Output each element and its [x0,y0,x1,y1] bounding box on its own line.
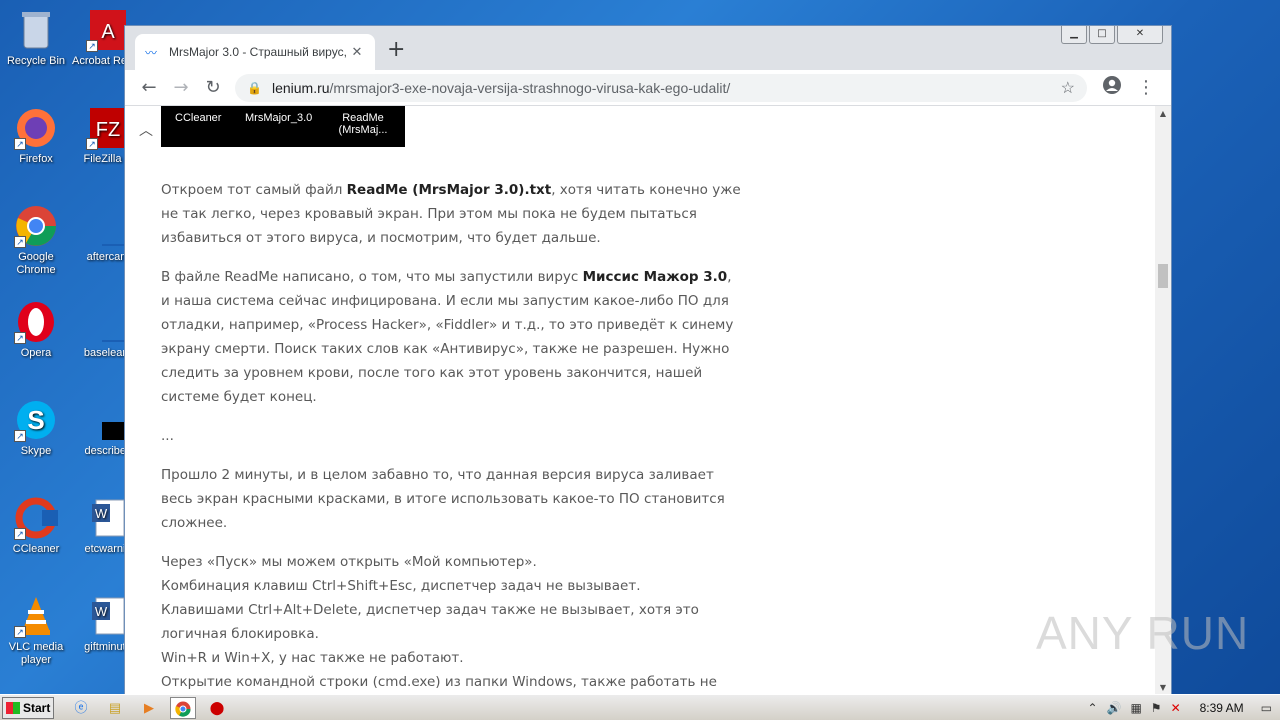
taskbar: Start ⓔ ▤ ▶ ⬤ ⌃ 🔊 ▦ ⚑ ✕ 8:39 AM ▭ [0,694,1280,720]
screenshot-image: CCleaner MrsMajor_3.0 ReadMe (MrsMaj... [161,106,405,147]
article-line: Клавишами Ctrl+Alt+Delete, диспетчер зад… [161,602,699,642]
svg-text:W: W [95,506,108,521]
browser-tab[interactable]: 〰 MrsMajor 3.0 - Страшный вирус, н ✕ [135,34,375,70]
article-body: Откроем тот самый файл ReadMe (MrsMajor … [161,178,741,694]
image-label: ReadMe (MrsMaj... [338,112,388,136]
vlc-icon: ↗ [14,594,58,638]
reload-icon[interactable]: ↻ [197,77,229,98]
page-content: ︿ CCleaner MrsMajor_3.0 ReadMe (MrsMaj..… [125,106,1157,694]
volume-icon[interactable]: 🔊 [1107,701,1122,715]
svg-text:W: W [95,604,108,619]
desktop-icon-opera[interactable]: ↗ Opera [0,300,72,360]
scroll-up-arrow-icon[interactable]: ▲ [1155,106,1171,122]
ccleaner-icon: ↗ [14,496,58,540]
window-controls: ▁ □ ✕ [1061,26,1163,44]
profile-avatar-icon[interactable] [1095,75,1129,100]
desktop-icon-skype[interactable]: S ↗ Skype [0,398,72,458]
show-hidden-icons-icon[interactable]: ⌃ [1087,701,1097,715]
stop-taskbar-icon[interactable]: ⬤ [204,697,230,719]
article-line: Открытие командной строки (cmd.exe) из п… [161,674,717,690]
desktop-icon-vlc[interactable]: ↗ VLC media player [0,594,72,667]
back-arrow-icon[interactable]: ← [133,77,165,98]
media-player-taskbar-icon[interactable]: ▶ [136,697,162,719]
scrollbar-thumb[interactable] [1158,264,1168,288]
article-lines: Через «Пуск» мы можем открыть «Мой компь… [161,550,741,694]
minimize-button[interactable]: ▁ [1061,26,1087,44]
tab-strip: 〰 MrsMajor 3.0 - Страшный вирус, н ✕ + ▁… [125,26,1171,70]
article-line: Через «Пуск» мы можем открыть «Мой компь… [161,554,537,570]
desktop-icon-chrome[interactable]: ↗ Google Chrome [0,204,72,277]
chevron-up-icon[interactable]: ︿ [139,120,153,140]
article-paragraph: Откроем тот самый файл ReadMe (MrsMajor … [161,182,741,246]
clock[interactable]: 8:39 AM [1200,701,1244,715]
bookmark-star-icon[interactable]: ☆ [1061,78,1075,98]
anyrun-watermark: ANY RUN [1036,607,1250,659]
browser-toolbar: ← → ↻ 🔒 lenium.ru/mrsmajor3-exe-novaja-v… [125,70,1171,106]
chrome-icon: ↗ [14,204,58,248]
image-label: CCleaner [175,112,222,124]
article-line: Комбинация клавиш Ctrl+Shift+Esc, диспет… [161,578,641,594]
show-desktop-icon[interactable]: ▭ [1261,701,1272,715]
network-icon[interactable]: ▦ [1130,701,1141,715]
skype-icon: S ↗ [14,398,58,442]
maximize-button[interactable]: □ [1089,26,1115,44]
windows-logo-icon [6,701,20,714]
start-button[interactable]: Start [2,696,54,719]
url-path: /mrsmajor3-exe-novaja-versija-strashnogo… [329,79,731,96]
url-domain: lenium.ru [271,79,330,96]
new-tab-button[interactable]: + [387,39,405,61]
svg-text:A: A [101,21,115,43]
forward-arrow-icon[interactable]: → [165,77,197,98]
article-paragraph: Прошло 2 минуты, и в целом забавно то, ч… [161,467,725,531]
menu-dots-icon[interactable]: ⋮ [1129,77,1163,98]
opera-icon: ↗ [14,300,58,344]
desktop-icon-ccleaner[interactable]: ↗ CCleaner [0,496,72,556]
tab-close-icon[interactable]: ✕ [349,44,365,60]
scroll-down-arrow-icon[interactable]: ▼ [1155,680,1171,694]
browser-window: 〰 MrsMajor 3.0 - Страшный вирус, н ✕ + ▁… [124,25,1172,695]
address-bar[interactable]: 🔒 lenium.ru/mrsmajor3-exe-novaja-versija… [235,73,1087,102]
article-paragraph: ... [161,428,174,444]
desktop-icon-firefox[interactable]: ↗ Firefox [0,106,72,166]
close-window-button[interactable]: ✕ [1117,26,1163,44]
site-favicon-icon: 〰 [145,46,158,60]
action-center-flag-icon[interactable]: ⚑ [1151,701,1162,715]
recycle-bin-icon [14,8,58,52]
desktop-icon-recycle-bin[interactable]: Recycle Bin [0,8,72,68]
system-tray: ⌃ 🔊 ▦ ⚑ ✕ 8:39 AM ▭ [1087,701,1280,715]
article-paragraph: В файле ReadMe написано, о том, что мы з… [161,269,734,405]
url-text: lenium.ru/mrsmajor3-exe-novaja-versija-s… [272,80,1061,96]
firefox-icon: ↗ [14,106,58,150]
alert-icon[interactable]: ✕ [1171,701,1181,715]
ie-taskbar-icon[interactable]: ⓔ [68,697,94,719]
lock-icon: 🔒 [247,80,262,95]
explorer-taskbar-icon[interactable]: ▤ [102,697,128,719]
image-label: MrsMajor_3.0 [245,112,313,124]
chrome-taskbar-icon[interactable] [170,696,196,719]
svg-text:FZ: FZ [96,119,120,141]
tab-title: MrsMajor 3.0 - Страшный вирус, н [169,45,349,59]
svg-text:S: S [27,405,44,435]
start-label: Start [23,700,51,715]
article-line: Win+R и Win+X, у нас также не работают. [161,650,464,666]
